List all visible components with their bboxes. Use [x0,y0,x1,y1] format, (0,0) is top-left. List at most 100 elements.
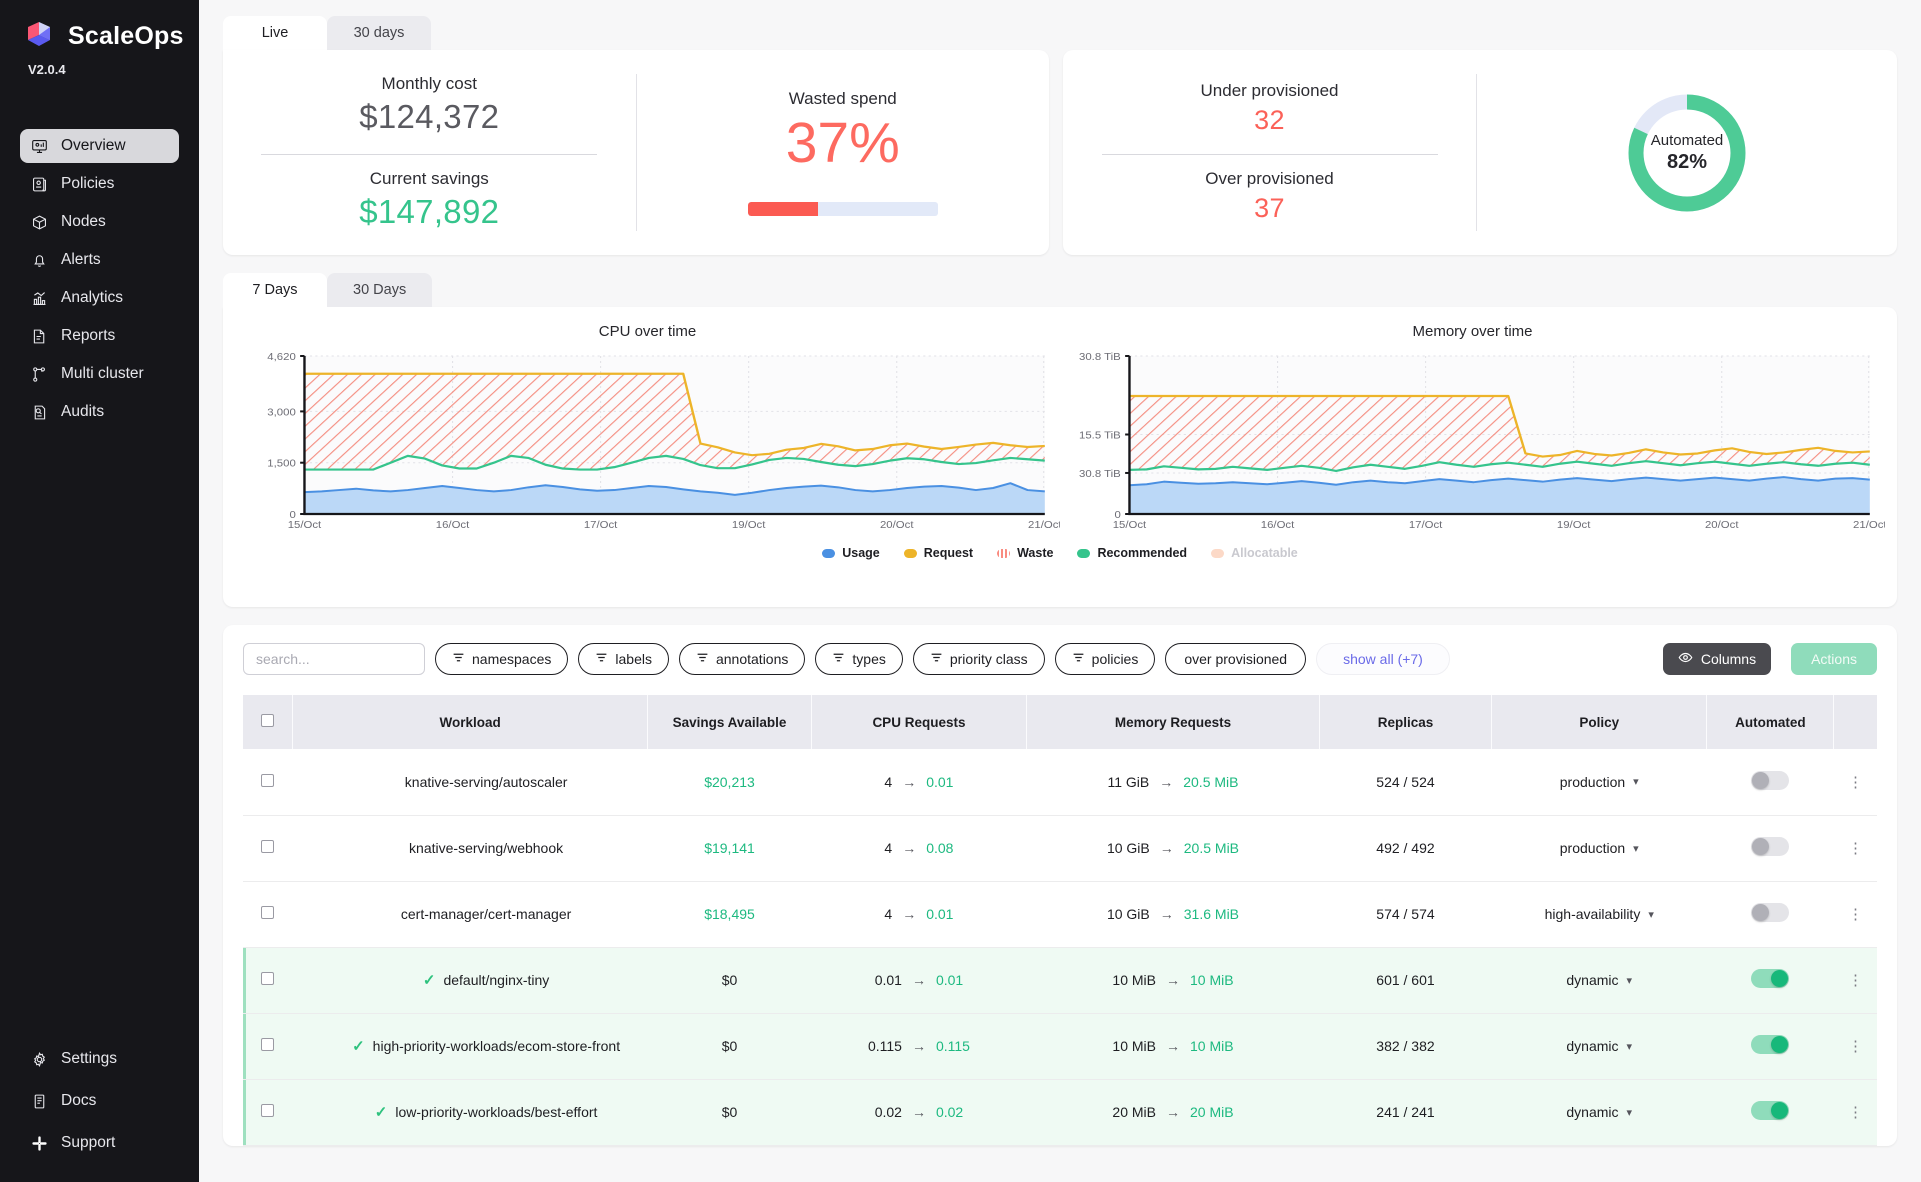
automated-toggle[interactable] [1751,1101,1789,1120]
tab-30-days-chart[interactable]: 30 Days [327,273,432,307]
header-replicas[interactable]: Replicas [1319,695,1491,749]
automated-cell[interactable] [1707,815,1834,881]
workload-cell[interactable]: ✓high-priority-workloads/ecom-store-fron… [293,1013,648,1079]
row-select-cell[interactable] [243,815,293,881]
workload-cell[interactable]: ✓default/nginx-tiny [293,947,648,1013]
workload-cell[interactable]: knative-serving/webhook [293,815,648,881]
workload-cell[interactable]: knative-serving/autoscaler [293,749,648,815]
chevron-down-icon[interactable]: ▾ [1627,1040,1633,1053]
workload-cell[interactable]: ✓low-priority-workloads/best-effort [293,1079,648,1145]
row-select-cell[interactable] [243,1079,293,1145]
filter-chip-policies[interactable]: policies [1055,643,1156,675]
sidebar-item-analytics[interactable]: Analytics [20,281,179,315]
chevron-down-icon[interactable]: ▾ [1627,1106,1633,1119]
actions-button[interactable]: Actions [1791,643,1877,675]
header-memory-requests[interactable]: Memory Requests [1027,695,1320,749]
kebab-menu-icon[interactable]: ⋮ [1848,972,1863,989]
row-menu-cell[interactable]: ⋮ [1834,815,1877,881]
row-checkbox[interactable] [261,972,274,985]
kebab-menu-icon[interactable]: ⋮ [1848,1104,1863,1121]
sidebar-item-alerts[interactable]: Alerts [20,243,179,277]
legend-item-waste[interactable]: Waste [997,546,1053,560]
automated-cell[interactable] [1707,947,1834,1013]
search-input[interactable] [243,643,425,675]
policy-cell[interactable]: production▾ [1492,749,1707,815]
automated-toggle[interactable] [1751,837,1789,856]
automated-toggle[interactable] [1751,1035,1789,1054]
automated-cell[interactable] [1707,1013,1834,1079]
filter-chip-priority-class[interactable]: priority class [913,643,1045,675]
automated-toggle[interactable] [1751,903,1789,922]
header-policy[interactable]: Policy [1492,695,1707,749]
legend-item-recommended[interactable]: Recommended [1077,546,1187,560]
sidebar-item-nodes[interactable]: Nodes [20,205,179,239]
sidebar-item-support[interactable]: Support [20,1130,179,1156]
sidebar-item-overview[interactable]: Overview [20,129,179,163]
tab-30-days[interactable]: 30 days [327,16,431,50]
policy-cell[interactable]: high-availability▾ [1492,881,1707,947]
policy-cell[interactable]: dynamic▾ [1492,1079,1707,1145]
policy-cell[interactable]: dynamic▾ [1492,1013,1707,1079]
header-automated[interactable]: Automated [1707,695,1834,749]
filter-chip-annotations[interactable]: annotations [679,643,805,675]
legend-item-request[interactable]: Request [904,546,973,560]
table-row[interactable]: knative-serving/autoscaler$20,2134→0.011… [243,749,1877,815]
columns-button[interactable]: Columns [1663,643,1771,675]
legend-item-usage[interactable]: Usage [822,546,880,560]
chevron-down-icon[interactable]: ▾ [1627,974,1633,987]
row-menu-cell[interactable]: ⋮ [1834,749,1877,815]
row-menu-cell[interactable]: ⋮ [1834,1079,1877,1145]
sidebar-item-audits[interactable]: Audits [20,395,179,429]
row-menu-cell[interactable]: ⋮ [1834,947,1877,1013]
kebab-menu-icon[interactable]: ⋮ [1848,840,1863,857]
filter-chip-labels[interactable]: labels [578,643,669,675]
kebab-menu-icon[interactable]: ⋮ [1848,906,1863,923]
header-cpu-requests[interactable]: CPU Requests [811,695,1026,749]
row-checkbox[interactable] [261,906,274,919]
chevron-down-icon[interactable]: ▾ [1633,842,1639,855]
table-row[interactable]: cert-manager/cert-manager$18,4954→0.0110… [243,881,1877,947]
filter-chip-namespaces[interactable]: namespaces [435,643,568,675]
show-all-filters-button[interactable]: show all (+7) [1316,643,1450,675]
select-all-checkbox[interactable] [261,714,274,727]
automated-cell[interactable] [1707,1079,1834,1145]
kebab-menu-icon[interactable]: ⋮ [1848,1038,1863,1055]
row-checkbox[interactable] [261,840,274,853]
table-row[interactable]: ✓low-priority-workloads/best-effort$00.0… [243,1079,1877,1145]
kebab-menu-icon[interactable]: ⋮ [1848,774,1863,791]
table-row[interactable]: ✓high-priority-workloads/ecom-store-fron… [243,1013,1877,1079]
sidebar-item-docs[interactable]: Docs [20,1088,179,1114]
sidebar-item-settings[interactable]: Settings [20,1046,179,1072]
sidebar-item-reports[interactable]: Reports [20,319,179,353]
sidebar-item-policies[interactable]: Policies [20,167,179,201]
filter-chip-types[interactable]: types [815,643,902,675]
policy-cell[interactable]: production▾ [1492,815,1707,881]
chevron-down-icon[interactable]: ▾ [1648,908,1654,921]
automated-cell[interactable] [1707,881,1834,947]
row-checkbox[interactable] [261,1038,274,1051]
filter-chip-over-provisioned[interactable]: over provisioned [1165,643,1306,675]
header-select-all[interactable] [243,695,293,749]
tab-7-days[interactable]: 7 Days [223,273,327,307]
policy-cell[interactable]: dynamic▾ [1492,947,1707,1013]
row-checkbox[interactable] [261,1104,274,1117]
row-menu-cell[interactable]: ⋮ [1834,1013,1877,1079]
row-select-cell[interactable] [243,749,293,815]
row-select-cell[interactable] [243,881,293,947]
header-workload[interactable]: Workload [293,695,648,749]
row-menu-cell[interactable]: ⋮ [1834,881,1877,947]
sidebar-item-multi-cluster[interactable]: Multi cluster [20,357,179,391]
tab-live[interactable]: Live [223,16,327,50]
automated-toggle[interactable] [1751,969,1789,988]
row-select-cell[interactable] [243,947,293,1013]
automated-toggle[interactable] [1751,771,1789,790]
table-row[interactable]: knative-serving/webhook$19,1414→0.0810 G… [243,815,1877,881]
row-checkbox[interactable] [261,774,274,787]
row-select-cell[interactable] [243,1013,293,1079]
table-row[interactable]: ✓default/nginx-tiny$00.01→0.0110 MiB→10 … [243,947,1877,1013]
automated-cell[interactable] [1707,749,1834,815]
header-savings-available[interactable]: Savings Available [648,695,812,749]
chevron-down-icon[interactable]: ▾ [1633,775,1639,788]
workload-cell[interactable]: cert-manager/cert-manager [293,881,648,947]
legend-item-allocatable[interactable]: Allocatable [1211,546,1298,560]
